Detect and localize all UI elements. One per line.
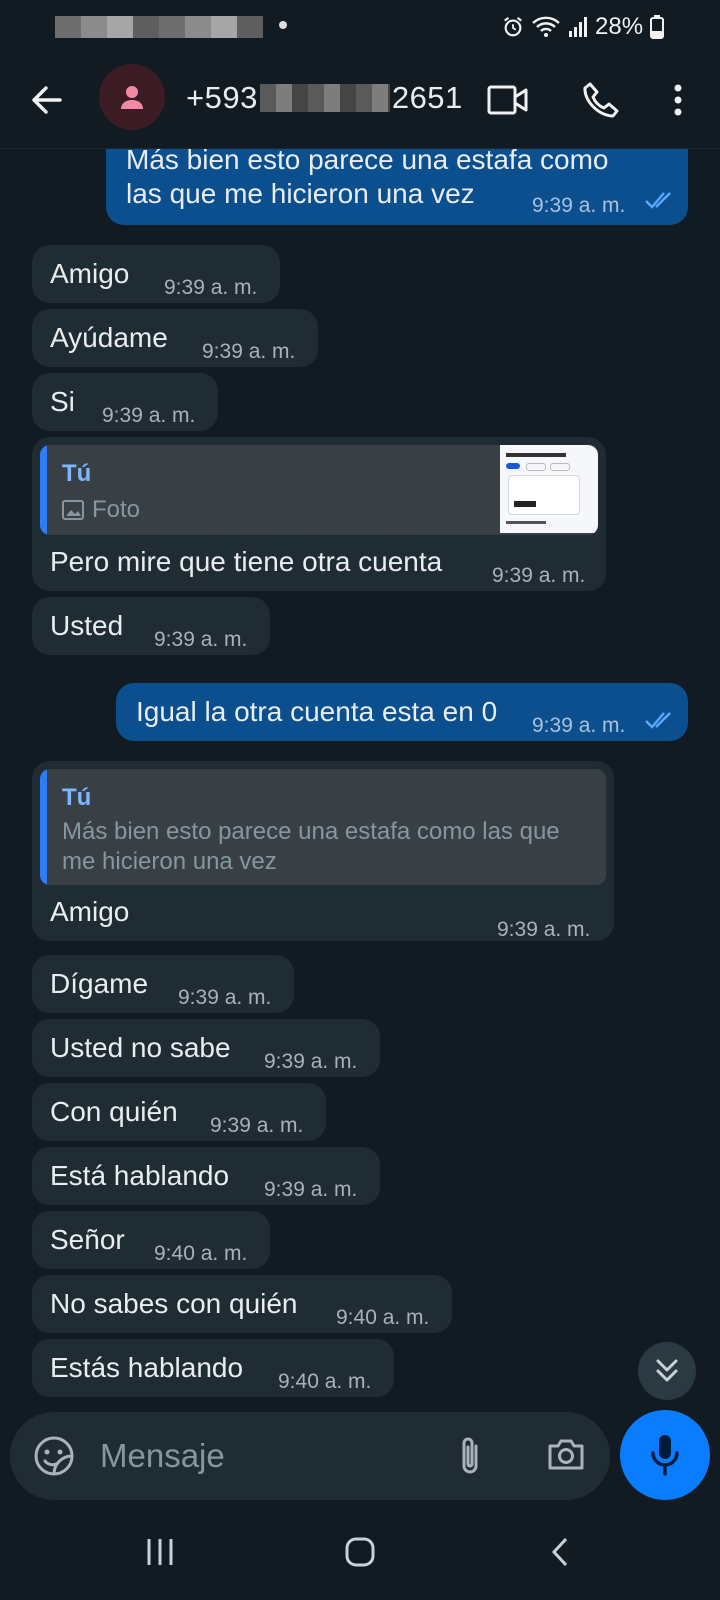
message-time: 9:39 a. m. (154, 628, 248, 651)
message-bubble-incoming[interactable]: Estás hablando 9:40 a. m. (32, 1339, 394, 1397)
scroll-to-bottom-button[interactable] (638, 1342, 696, 1400)
message-text: Dígame (50, 968, 149, 999)
message-bubble-incoming[interactable]: Usted 9:39 a. m. (32, 597, 270, 655)
contact-name[interactable]: +593 2651 (186, 80, 463, 116)
read-ticks-icon (645, 712, 671, 729)
camera-button[interactable] (546, 1434, 586, 1479)
message-text: Amigo (50, 896, 130, 927)
signal-icon (569, 17, 587, 37)
message-bubble-incoming-reply[interactable]: Tú Foto Pero mire que tiene otra cuenta … (32, 437, 606, 591)
message-bubble-outgoing[interactable]: Igual la otra cuenta esta en 0 9:39 a. m… (116, 683, 688, 741)
battery-percentage: 28% (595, 13, 644, 40)
message-text: Pero mire que tiene otra cuenta (50, 546, 443, 577)
chevron-left-icon (551, 1537, 568, 1567)
quoted-text: Más bien esto parece una estafa como las… (62, 818, 560, 875)
message-bubble-incoming[interactable]: Señor 9:40 a. m. (32, 1211, 270, 1269)
message-list[interactable]: Más bien esto parece una estafa como las… (0, 149, 720, 1409)
message-time: 9:39 a. m. (532, 194, 626, 217)
message-text: Si (50, 386, 75, 417)
message-time: 9:39 a. m. (210, 1114, 304, 1137)
back-nav-button[interactable] (530, 1530, 590, 1574)
message-text: Señor (50, 1224, 125, 1255)
notification-dot-icon (279, 21, 287, 29)
photo-icon (62, 500, 84, 520)
battery-icon (650, 15, 665, 39)
recent-apps-button[interactable] (130, 1530, 190, 1574)
message-text: Con quién (50, 1096, 178, 1127)
home-button[interactable] (330, 1530, 390, 1574)
message-time: 9:40 a. m. (336, 1306, 430, 1329)
video-camera-icon (487, 85, 528, 115)
double-chevron-down-icon (656, 1359, 678, 1382)
voice-message-button[interactable] (620, 1410, 710, 1500)
message-text: Está hablando (50, 1160, 230, 1191)
message-text: No sabes con quién (50, 1288, 298, 1319)
message-text: Usted (50, 610, 124, 641)
more-options-button[interactable] (654, 76, 702, 124)
photo-thumbnail (500, 445, 598, 533)
system-navigation-bar (0, 1500, 720, 1600)
message-time: 9:39 a. m. (532, 714, 626, 737)
message-composer (10, 1412, 610, 1500)
home-icon (345, 1537, 375, 1567)
read-ticks-icon (645, 192, 671, 209)
quoted-author: Tú (62, 784, 92, 811)
more-vertical-icon (674, 84, 682, 116)
message-time: 9:39 a. m. (497, 918, 591, 941)
wifi-icon (532, 16, 560, 37)
contact-avatar[interactable] (99, 64, 165, 130)
message-bubble-incoming[interactable]: Está hablando 9:39 a. m. (32, 1147, 380, 1205)
message-text: Estás hablando (50, 1352, 244, 1383)
arrow-left-icon (32, 86, 62, 114)
paperclip-icon (462, 1437, 478, 1474)
message-bubble-incoming[interactable]: Con quién 9:39 a. m. (32, 1083, 326, 1141)
message-time: 9:40 a. m. (154, 1242, 248, 1265)
message-time: 9:39 a. m. (178, 986, 272, 1009)
message-time: 9:39 a. m. (264, 1050, 358, 1073)
video-call-button[interactable] (484, 76, 532, 124)
message-bubble-incoming[interactable]: Si 9:39 a. m. (32, 373, 218, 431)
message-time: 9:39 a. m. (492, 564, 586, 587)
message-text: Usted no sabe (50, 1032, 231, 1063)
redacted-notification-icons (55, 16, 263, 38)
message-text: Amigo (50, 258, 130, 289)
quoted-message[interactable]: Tú Más bien esto parece una estafa como … (40, 769, 606, 885)
chat-header: +593 2651 (0, 54, 720, 149)
phone-icon (583, 82, 619, 118)
message-bubble-incoming-reply[interactable]: Tú Más bien esto parece una estafa como … (32, 761, 614, 941)
message-time: 9:39 a. m. (102, 404, 196, 427)
recent-apps-icon (147, 1539, 173, 1565)
message-bubble-incoming[interactable]: No sabes con quién 9:40 a. m. (32, 1275, 452, 1333)
person-icon (121, 86, 143, 109)
sticker-emoji-icon (34, 1436, 74, 1476)
message-time: 9:39 a. m. (202, 340, 296, 363)
message-input[interactable] (98, 1430, 442, 1482)
quoted-text: Foto (92, 496, 141, 523)
message-bubble-incoming[interactable]: Dígame 9:39 a. m. (32, 955, 294, 1013)
message-time: 9:40 a. m. (278, 1370, 372, 1393)
voice-call-button[interactable] (576, 76, 624, 124)
back-button[interactable] (26, 78, 70, 122)
message-bubble-incoming[interactable]: Ayúdame 9:39 a. m. (32, 309, 318, 367)
message-text: Ayúdame (50, 322, 168, 353)
message-text: Igual la otra cuenta esta en 0 (136, 696, 498, 727)
redacted-phone-digits (259, 84, 390, 112)
alarm-icon (504, 16, 522, 37)
microphone-icon (651, 1435, 679, 1476)
quoted-message[interactable]: Tú Foto (40, 445, 598, 535)
message-bubble-outgoing[interactable]: Más bien esto parece una estafa como las… (106, 149, 688, 225)
message-time: 9:39 a. m. (264, 1178, 358, 1201)
camera-icon (548, 1439, 584, 1470)
quoted-author: Tú (62, 460, 92, 487)
attach-button[interactable] (456, 1434, 484, 1483)
message-bubble-incoming[interactable]: Amigo 9:39 a. m. (32, 245, 280, 303)
status-bar: 28% (0, 0, 720, 54)
sticker-button[interactable] (32, 1434, 76, 1483)
message-time: 9:39 a. m. (164, 276, 258, 299)
message-bubble-incoming[interactable]: Usted no sabe 9:39 a. m. (32, 1019, 380, 1077)
